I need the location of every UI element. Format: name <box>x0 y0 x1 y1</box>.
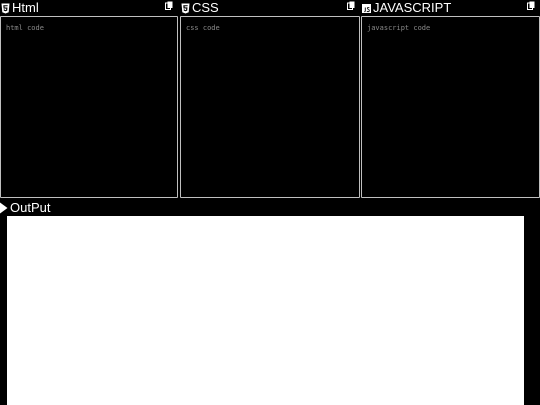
play-icon <box>0 202 8 214</box>
output-preview[interactable] <box>7 216 524 405</box>
output-header: OutPut <box>0 200 200 216</box>
css3-icon <box>181 3 190 14</box>
html-panel-header: Html <box>0 0 178 16</box>
html-code-input[interactable] <box>0 16 178 198</box>
js-copy-icon[interactable] <box>527 1 535 10</box>
html-copy-icon[interactable] <box>165 1 173 10</box>
html-panel-title: Html <box>12 0 39 15</box>
editor-row: Html CSS <box>0 0 540 198</box>
css-panel-title: CSS <box>192 0 219 15</box>
code-playground: Html CSS <box>0 0 540 405</box>
js-icon <box>362 3 371 14</box>
html5-icon <box>1 3 10 14</box>
css-copy-icon[interactable] <box>347 1 355 10</box>
output-title: OutPut <box>10 200 51 215</box>
css-panel: CSS <box>180 0 360 198</box>
css-code-input[interactable] <box>180 16 360 198</box>
js-panel-header: JAVASCRIPT <box>361 0 540 16</box>
js-panel-title: JAVASCRIPT <box>373 0 452 15</box>
js-panel: JAVASCRIPT <box>361 0 540 198</box>
css-panel-header: CSS <box>180 0 360 16</box>
html-panel: Html <box>0 0 178 198</box>
js-code-input[interactable] <box>361 16 540 198</box>
